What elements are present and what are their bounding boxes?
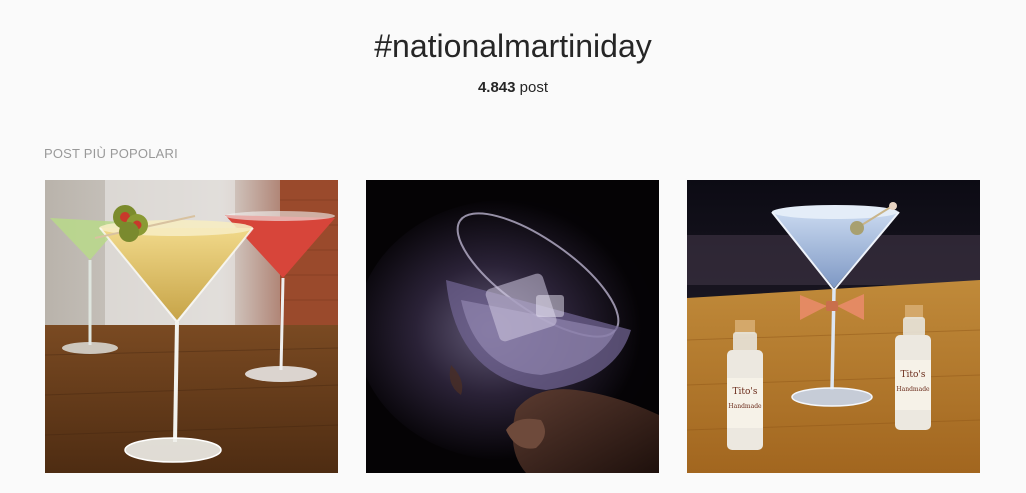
hand-holding-glass-photo	[366, 180, 659, 473]
post-thumbnail-2[interactable]	[366, 180, 659, 473]
post-count-number: 4.843	[477, 79, 516, 96]
right-bottle-label: Tito's	[900, 370, 925, 380]
left-bottle-label: Tito's	[732, 387, 757, 397]
post-thumbnail-3[interactable]: Tito's Handmade Tito's Handmade	[687, 180, 980, 473]
post-thumbnail-1[interactable]	[45, 180, 338, 473]
post-count: 4.843 post	[0, 78, 1026, 98]
post-count-unit: post	[519, 79, 549, 96]
svg-text:Handmade: Handmade	[728, 403, 762, 410]
top-posts-grid: Tito's Handmade Tito's Handmade	[45, 180, 980, 473]
martini-glasses-photo	[45, 180, 338, 473]
hashtag-header: #nationalmartiniday 4.843 post	[0, 24, 1026, 98]
svg-text:Handmade: Handmade	[896, 386, 930, 393]
martini-bowtie-photo: Tito's Handmade Tito's Handmade	[687, 180, 980, 473]
top-posts-label: POST PIÙ POPOLARI	[44, 146, 178, 161]
hashtag-title: #nationalmartiniday	[374, 28, 652, 64]
